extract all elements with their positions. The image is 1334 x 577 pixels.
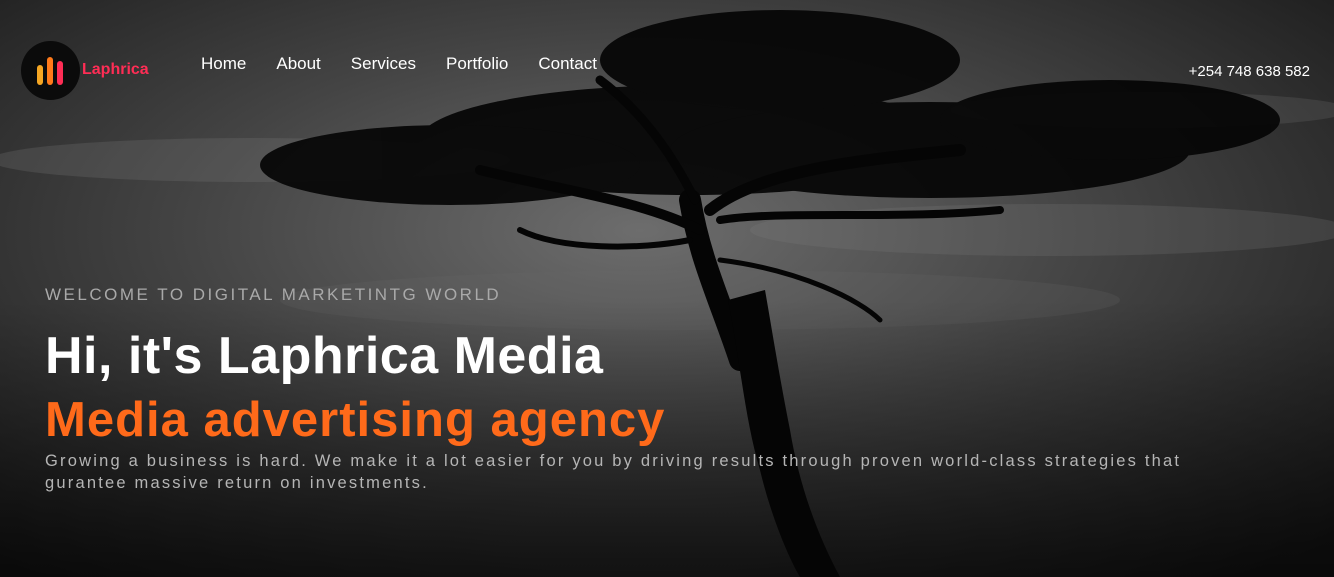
nav-about[interactable]: About [276, 54, 320, 74]
hero-subtitle: Media advertising agency [45, 393, 666, 447]
hero-eyebrow: WELCOME TO DIGITAL MARKETINTG WORLD [45, 285, 502, 304]
logo-bar [57, 60, 63, 85]
nav-portfolio[interactable]: Portfolio [446, 54, 508, 74]
logo-icon [21, 40, 80, 100]
main-nav: Home About Services Portfolio Contact [201, 54, 597, 74]
logo-bar [47, 56, 53, 85]
hero-title: Hi, it's Laphrica Media [45, 327, 604, 385]
nav-contact[interactable]: Contact [538, 54, 597, 74]
hero-description: Growing a business is hard. We make it a… [45, 452, 1182, 492]
phone-number[interactable]: +254 748 638 582 [1189, 63, 1310, 80]
hero-section: WELCOME TO DIGITAL MARKETINTG WORLD Hi, … [45, 284, 1245, 494]
nav-services[interactable]: Services [351, 54, 416, 74]
nav-home[interactable]: Home [201, 54, 246, 74]
logo[interactable]: Laphrica [21, 40, 161, 100]
logo-text: Laphrica [82, 61, 149, 78]
logo-bar [37, 64, 43, 85]
